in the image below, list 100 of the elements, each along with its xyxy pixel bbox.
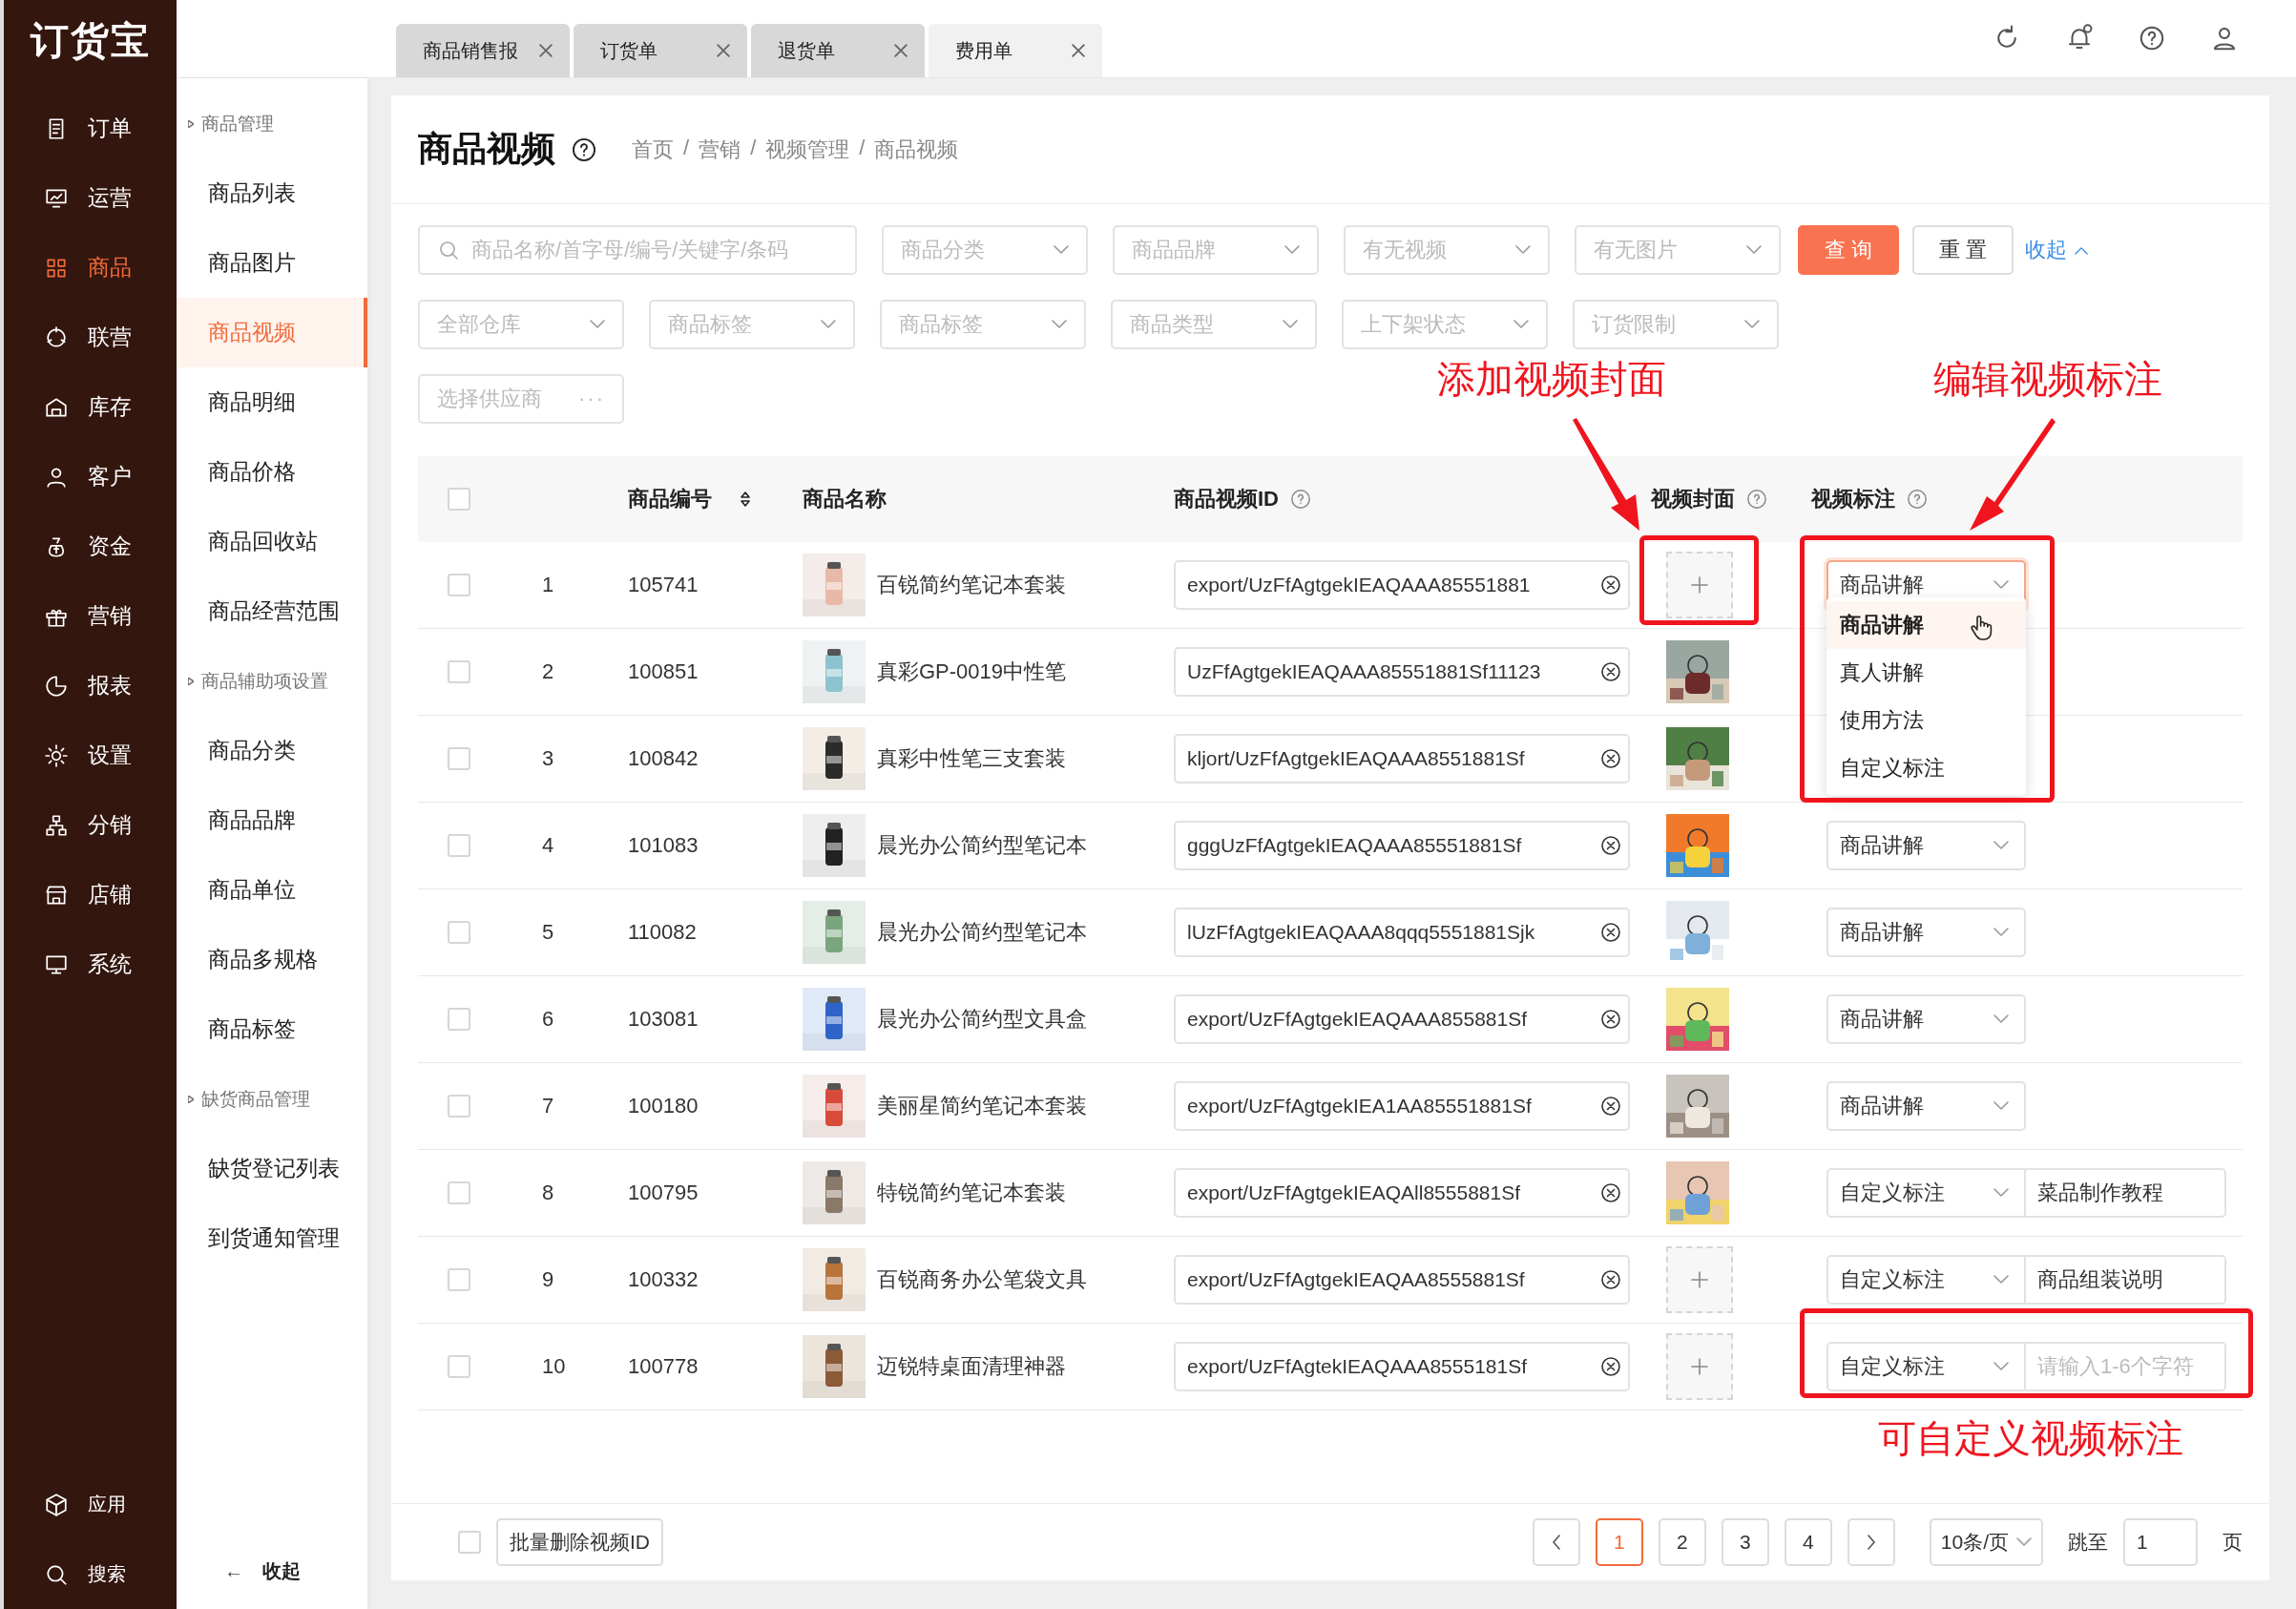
- clear-icon[interactable]: [1601, 749, 1620, 768]
- nav-item[interactable]: 订单: [4, 94, 177, 163]
- nav-item[interactable]: 库存: [4, 372, 177, 442]
- checkbox[interactable]: [448, 1268, 470, 1291]
- select-field[interactable]: 商品讲解: [1826, 908, 2026, 957]
- menu-item[interactable]: 商品分类: [177, 716, 367, 785]
- close-icon[interactable]: [894, 44, 908, 57]
- dropdown-option[interactable]: 使用方法: [1826, 697, 2026, 744]
- dropdown-option[interactable]: 商品讲解: [1826, 601, 2026, 649]
- clear-icon[interactable]: [1601, 575, 1620, 595]
- nav-item[interactable]: 分销: [4, 790, 177, 860]
- menu-item[interactable]: 商品标签: [177, 994, 367, 1064]
- input-field[interactable]: lUzFfAgtgekIEAQAAA8qqq5551881Sjk: [1174, 908, 1630, 957]
- close-icon[interactable]: [717, 44, 730, 57]
- breadcrumb[interactable]: 商品视频: [874, 135, 959, 164]
- menu-item[interactable]: 商品单位: [177, 855, 367, 925]
- input-field[interactable]: kljort/UzFfAgtgekIEAQAAA8551881Sf: [1174, 734, 1630, 784]
- nav-item[interactable]: 运营: [4, 163, 177, 233]
- collapse-link[interactable]: 收起: [262, 1557, 301, 1584]
- page-button[interactable]: 3: [1721, 1518, 1769, 1566]
- checkbox[interactable]: [448, 834, 470, 857]
- menu-item[interactable]: 商品品牌: [177, 785, 367, 855]
- nav-item[interactable]: 报表: [4, 651, 177, 721]
- dropdown-option[interactable]: 自定义标注: [1826, 744, 2026, 792]
- checkbox[interactable]: [448, 1095, 470, 1118]
- reset-button[interactable]: 重 置: [1912, 225, 2014, 275]
- page-size-select[interactable]: 10条/页: [1929, 1518, 2043, 1566]
- nav-item[interactable]: 应用: [4, 1470, 177, 1539]
- clear-icon[interactable]: [1601, 1357, 1620, 1376]
- menu-item[interactable]: 到货通知管理: [177, 1203, 367, 1273]
- checkbox[interactable]: [458, 1531, 481, 1554]
- checkbox[interactable]: [448, 747, 470, 770]
- input-field[interactable]: export/UzFfAgtgekIEAQAA8555881Sf: [1174, 1255, 1630, 1305]
- column-header: 视频标注: [1811, 486, 1895, 512]
- select-field[interactable]: 商品讲解: [1826, 821, 2026, 870]
- input-field[interactable]: 菜品制作教程: [2026, 1168, 2226, 1218]
- nav-item[interactable]: 设置: [4, 721, 177, 790]
- checkbox[interactable]: [448, 1181, 470, 1204]
- nav-item[interactable]: 资金: [4, 512, 177, 581]
- nav-item[interactable]: 营销: [4, 581, 177, 651]
- menu-item[interactable]: 商品列表: [177, 158, 367, 228]
- checkbox[interactable]: [448, 660, 470, 683]
- input-field[interactable]: gggUzFfAgtgekIEAQAAA85551881Sf: [1174, 821, 1630, 870]
- menu-item[interactable]: 商品回收站: [177, 507, 367, 576]
- menu-item[interactable]: 商品明细: [177, 367, 367, 437]
- close-icon[interactable]: [539, 44, 553, 57]
- nav-item[interactable]: 客户: [4, 442, 177, 512]
- clear-icon[interactable]: [1601, 923, 1620, 942]
- menu-item[interactable]: 缺货登记列表: [177, 1134, 367, 1203]
- clear-icon[interactable]: [1601, 1010, 1620, 1029]
- checkbox[interactable]: [448, 1008, 470, 1031]
- clear-icon[interactable]: [1601, 1183, 1620, 1202]
- nav-item[interactable]: 系统: [4, 930, 177, 999]
- page-button[interactable]: 4: [1784, 1518, 1832, 1566]
- select-field[interactable]: 自定义标注: [1826, 1168, 2026, 1218]
- select-field[interactable]: 商品讲解: [1826, 1081, 2026, 1131]
- clear-icon[interactable]: [1601, 836, 1620, 855]
- menu-item[interactable]: 商品多规格: [177, 925, 367, 994]
- checkbox[interactable]: [448, 574, 470, 596]
- input-field[interactable]: UzFfAgtgekIEAQAAA85551881Sf11123: [1174, 647, 1630, 697]
- checkbox[interactable]: [448, 488, 470, 511]
- checkbox[interactable]: [448, 921, 470, 944]
- dropdown-option[interactable]: 真人讲解: [1826, 649, 2026, 697]
- breadcrumb[interactable]: 营销: [699, 135, 741, 164]
- chevron-up-icon[interactable]: [2075, 245, 2089, 255]
- clear-icon[interactable]: [1601, 662, 1620, 681]
- back-arrow-icon[interactable]: ←: [224, 1559, 243, 1582]
- nav-item[interactable]: 搜索: [4, 1539, 177, 1609]
- sort-icon[interactable]: [741, 491, 750, 507]
- breadcrumb[interactable]: 首页: [632, 135, 674, 164]
- column-header: 商品编号: [628, 486, 712, 512]
- select-field[interactable]: 商品讲解: [1826, 994, 2026, 1044]
- nav-item[interactable]: 联营: [4, 303, 177, 372]
- breadcrumb[interactable]: 视频管理: [765, 135, 850, 164]
- input-field[interactable]: export/UzFfAgtekIEAQAAA8555181Sf: [1174, 1342, 1630, 1391]
- clear-icon[interactable]: [1601, 1097, 1620, 1116]
- input-field[interactable]: export/UzFfAgtgekIEAQAAA85551881: [1174, 560, 1630, 610]
- close-icon[interactable]: [1072, 44, 1085, 57]
- menu-item[interactable]: 商品图片: [177, 228, 367, 298]
- nav-item[interactable]: 商品: [4, 233, 177, 303]
- menu-item[interactable]: 商品经营范围: [177, 576, 367, 646]
- tab[interactable]: 商品销售报: [396, 24, 570, 77]
- menu-item[interactable]: 商品价格: [177, 437, 367, 507]
- bulk-delete-button[interactable]: 批量删除视频ID: [496, 1518, 663, 1566]
- checkbox[interactable]: [448, 1355, 470, 1378]
- nav-item[interactable]: 店铺: [4, 860, 177, 930]
- page-button[interactable]: 2: [1658, 1518, 1706, 1566]
- tab[interactable]: 订货单: [574, 24, 747, 77]
- tab[interactable]: 费用单: [929, 24, 1102, 77]
- clear-icon[interactable]: [1601, 1270, 1620, 1289]
- input-field[interactable]: 商品组装说明: [2026, 1255, 2226, 1305]
- page-input[interactable]: 1: [2123, 1518, 2198, 1566]
- tab[interactable]: 退货单: [751, 24, 925, 77]
- select-field[interactable]: 自定义标注: [1826, 1342, 2026, 1391]
- input-field[interactable]: export/UzFfAgtgekIEA1AA85551881Sf: [1174, 1081, 1630, 1131]
- select-field[interactable]: 自定义标注: [1826, 1255, 2026, 1305]
- input-field[interactable]: export/UzFfAgtgekIEAQAAA855881Sf: [1174, 994, 1630, 1044]
- help-icon[interactable]: [2138, 24, 2166, 52]
- input-field[interactable]: export/UzFfAgtgekIEAQAll8555881Sf: [1174, 1168, 1630, 1218]
- help-icon[interactable]: [571, 136, 597, 163]
